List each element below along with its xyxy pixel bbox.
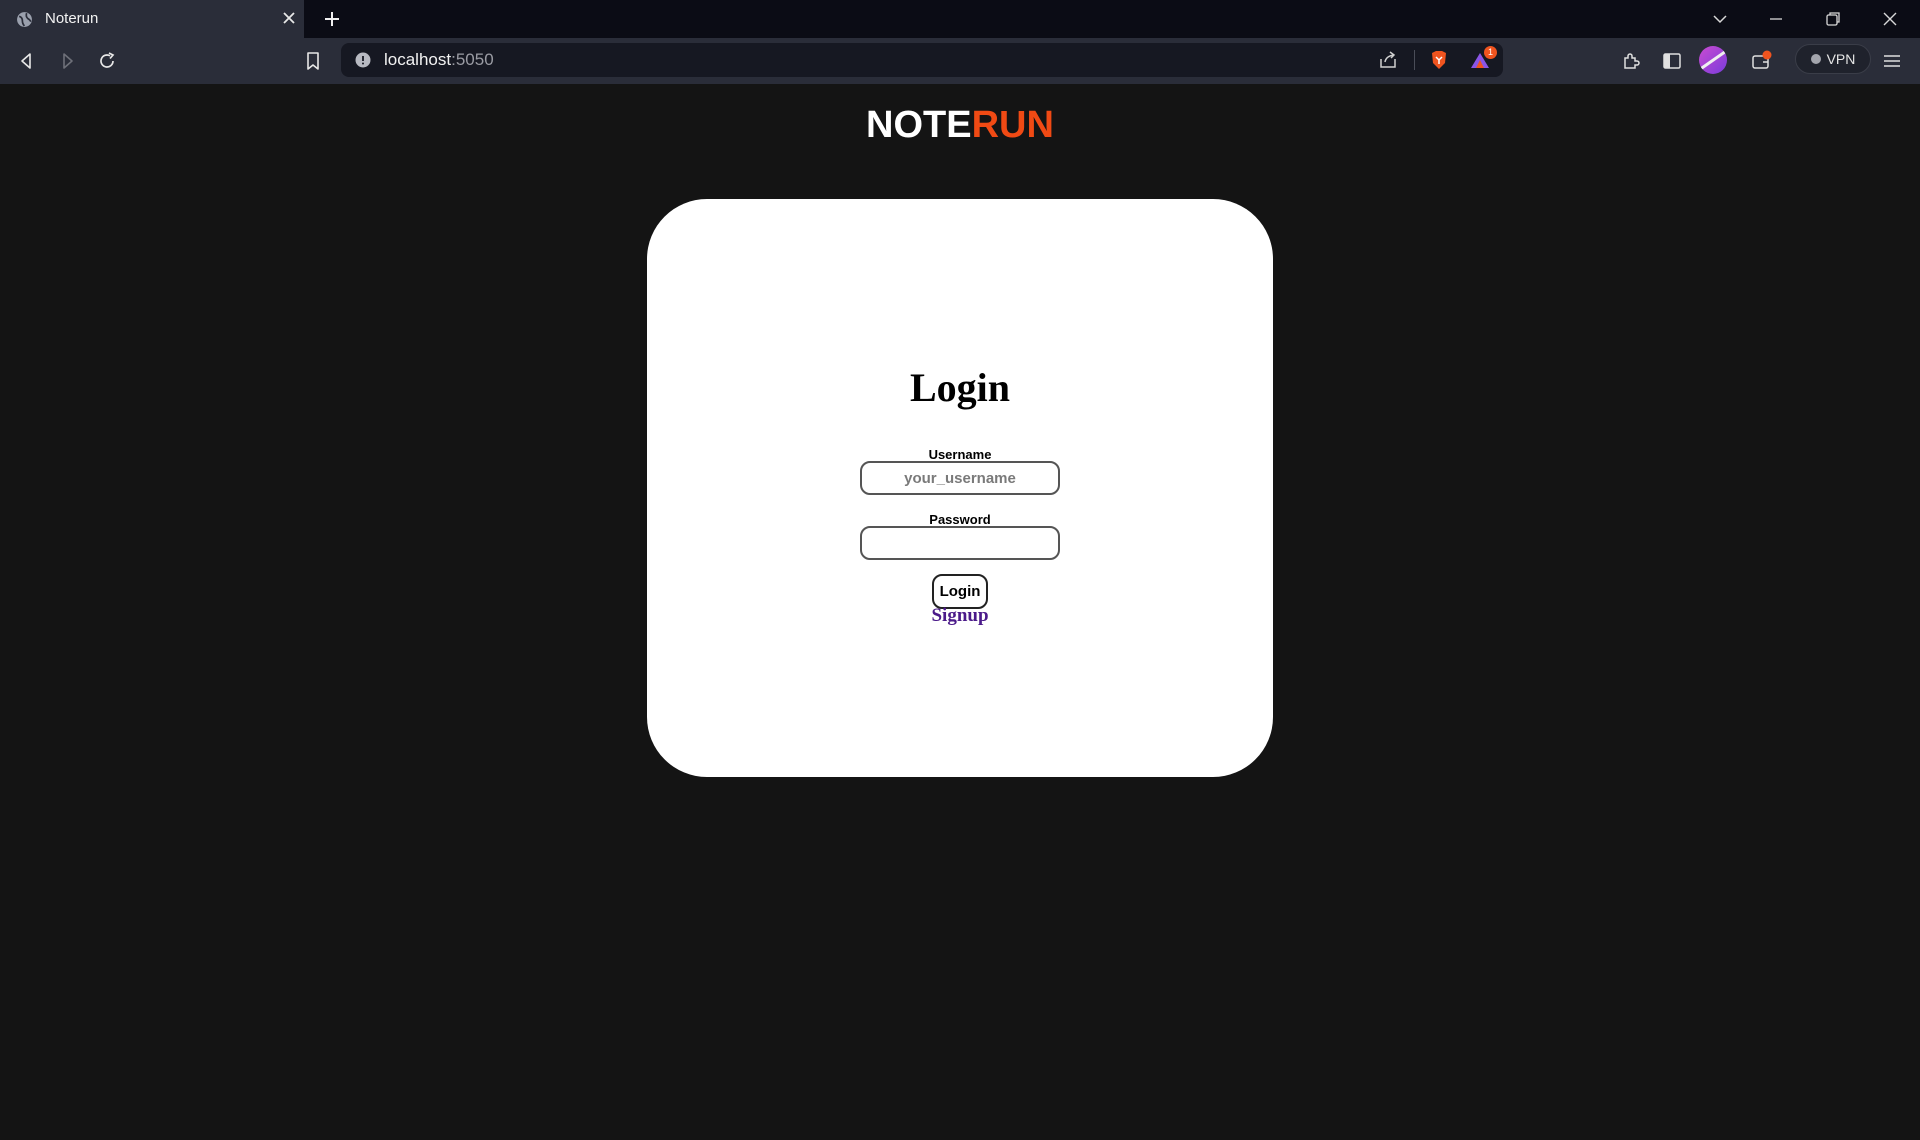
profile-avatar[interactable] (1699, 46, 1727, 74)
notification-count: 1 (1487, 47, 1493, 57)
sidebar-icon[interactable] (1661, 50, 1683, 72)
notification-badge: 1 (1484, 46, 1497, 59)
logo-part-note: NOTE (866, 104, 972, 146)
url-host: localhost (384, 50, 452, 69)
logo-part-run: RUN (971, 104, 1054, 146)
restore-icon[interactable] (1823, 9, 1843, 29)
reload-icon[interactable] (96, 50, 118, 72)
vpn-button[interactable]: VPN (1795, 44, 1871, 74)
username-label: Username (928, 447, 992, 462)
tab-noterun[interactable]: Noterun (0, 0, 304, 38)
login-button[interactable]: Login (932, 574, 988, 609)
noterun-logo: NOTERUN (0, 104, 1920, 147)
vpn-label: VPN (1826, 51, 1856, 67)
password-label: Password (929, 512, 991, 527)
plus-icon[interactable] (322, 9, 342, 29)
url-port: :5050 (451, 50, 494, 69)
globe-icon (17, 12, 32, 27)
extensions-icon[interactable] (1620, 50, 1642, 72)
password-input[interactable] (860, 526, 1060, 560)
menu-icon[interactable] (1881, 50, 1903, 72)
brave-shield-icon[interactable] (1428, 49, 1450, 71)
close-icon[interactable] (1880, 9, 1900, 29)
browser-toolbar: localhost:5050 1 VPN (0, 38, 1920, 84)
back-icon[interactable] (16, 50, 38, 72)
wallet-icon[interactable] (1750, 50, 1772, 72)
bookmark-icon[interactable] (302, 50, 324, 72)
close-icon[interactable] (281, 10, 297, 26)
info-icon[interactable] (355, 52, 371, 68)
minimize-icon[interactable] (1766, 9, 1786, 29)
login-card: Login Username Password Login Signup (647, 199, 1273, 777)
share-icon[interactable] (1377, 49, 1399, 71)
tab-strip: Noterun (0, 0, 1920, 38)
tab-title: Noterun (45, 10, 99, 27)
signup-link[interactable]: Signup (647, 605, 1273, 627)
page-body: NOTERUN Login Username Password Login Si… (0, 84, 1920, 1140)
url-text[interactable]: localhost:5050 (384, 50, 494, 70)
page-title: Login (909, 365, 1011, 410)
forward-icon[interactable] (56, 50, 78, 72)
vpn-icon (1810, 54, 1821, 64)
chevron-down-icon[interactable] (1710, 9, 1730, 29)
username-input[interactable] (860, 461, 1060, 495)
address-bar[interactable]: localhost:5050 1 (341, 43, 1503, 77)
divider (1414, 50, 1415, 70)
